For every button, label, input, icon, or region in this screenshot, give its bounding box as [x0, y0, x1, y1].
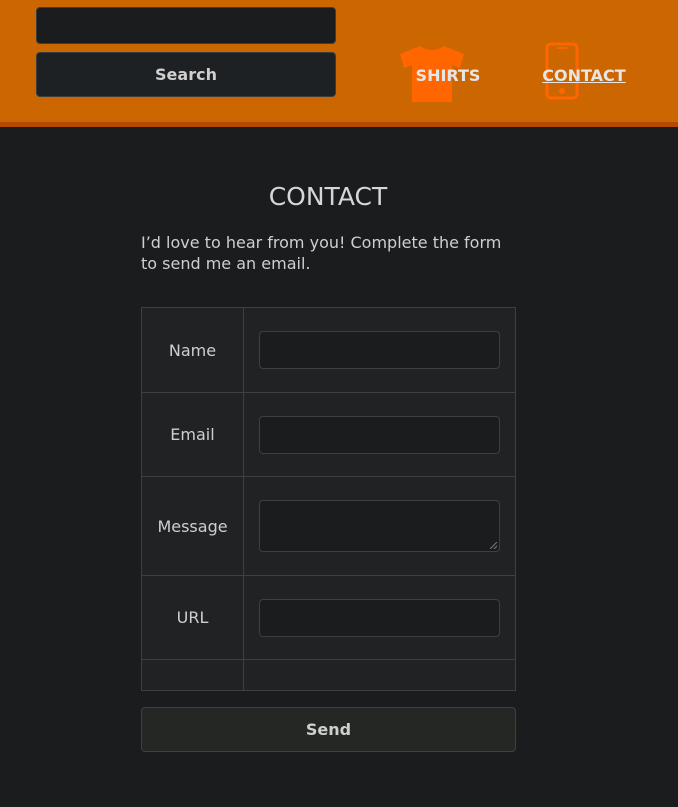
url-label: URL — [142, 576, 244, 659]
email-label: Email — [142, 393, 244, 476]
nav-label-shirts: SHIRTS — [415, 66, 481, 85]
search-button[interactable]: Search — [36, 52, 336, 97]
empty-label-cell — [142, 660, 244, 690]
page-title: CONTACT — [268, 182, 388, 211]
name-label: Name — [142, 308, 244, 392]
nav-item-shirts[interactable]: SHIRTS — [398, 40, 498, 106]
form-row-name: Name — [142, 308, 515, 393]
form-row-empty — [142, 660, 515, 690]
form-row-email: Email — [142, 393, 515, 477]
email-field[interactable] — [259, 415, 500, 454]
nav-label-contact: CONTACT — [542, 66, 626, 85]
send-button[interactable]: Send — [141, 707, 516, 752]
contact-form: Name Email Message URL — [141, 307, 516, 691]
form-row-url: URL — [142, 576, 515, 660]
name-field[interactable] — [259, 331, 500, 369]
message-field[interactable] — [259, 500, 500, 552]
empty-field-cell — [244, 660, 515, 690]
form-row-message: Message — [142, 477, 515, 576]
url-field[interactable] — [259, 598, 500, 637]
nav-item-contact[interactable]: CONTACT — [534, 40, 634, 106]
site-header: Search SHIRTS CONTACT — [0, 0, 678, 127]
search-input[interactable] — [36, 7, 336, 44]
intro-text: I’d love to hear from you! Complete the … — [141, 233, 502, 273]
message-label: Message — [142, 477, 244, 575]
